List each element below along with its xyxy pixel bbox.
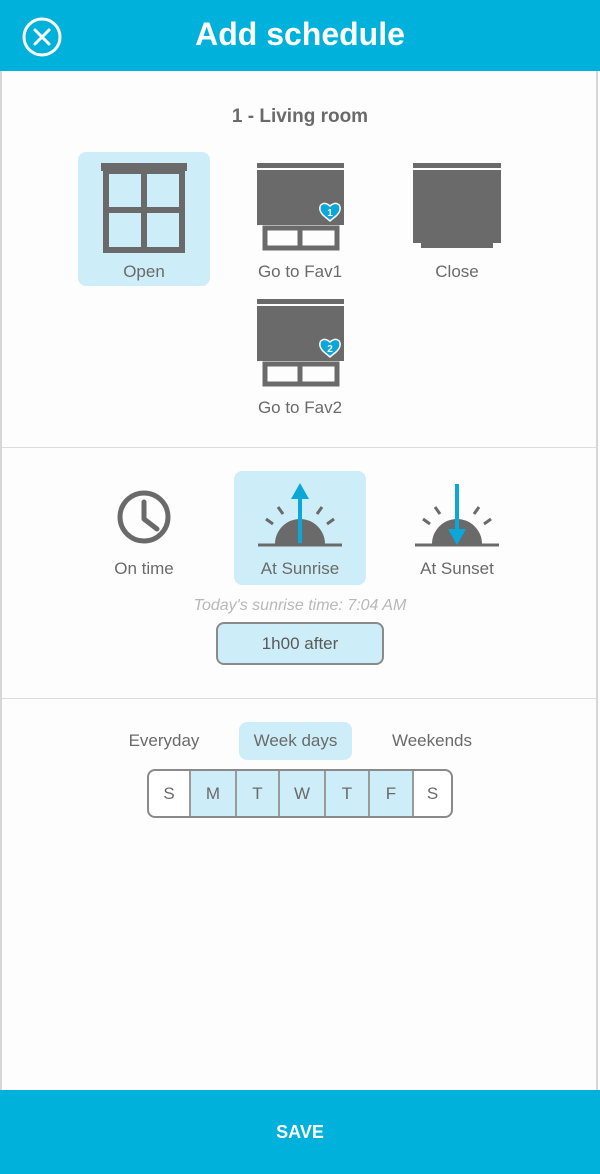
day-thursday[interactable]: T [326,771,370,816]
trigger-sunrise-tile[interactable]: At Sunrise [234,471,366,585]
action-fav1-tile[interactable]: 1 Go to Fav1 [234,152,366,286]
section-divider [2,447,598,448]
trigger-on-time-label: On time [114,559,174,578]
action-close-tile[interactable]: Close [391,152,523,286]
save-label: SAVE [276,1122,324,1142]
fav1-badge-text: 1 [327,208,333,219]
favorite-1-icon: 1 [257,163,344,251]
sunset-icon [415,484,499,547]
trigger-on-time-tile[interactable]: On time [78,471,210,585]
time-offset-button[interactable]: 1h00 after [216,622,384,665]
fav2-badge-text: 2 [327,344,333,355]
trigger-sunset-label: At Sunset [420,559,494,578]
section-divider [2,698,598,699]
trigger-sunrise-label: At Sunrise [260,559,340,578]
frequency-weekends[interactable]: Weekends [380,722,484,760]
page-title: Add schedule [195,16,405,52]
header-bar: Add schedule [0,0,600,71]
room-title: 1 - Living room [231,106,369,127]
trigger-sunset-tile[interactable]: At Sunset [391,471,523,585]
day-wednesday[interactable]: W [280,771,326,816]
action-open-label: Open [123,262,165,281]
clock-icon [117,490,171,544]
day-friday[interactable]: F [370,771,414,816]
day-tuesday[interactable]: T [237,771,280,816]
window-closed-icon [413,163,501,248]
action-close-label: Close [435,262,479,281]
day-monday[interactable]: M [191,771,237,816]
action-fav2-tile[interactable]: 2 Go to Fav2 [234,288,366,422]
frequency-week-days[interactable]: Week days [239,722,352,760]
day-saturday[interactable]: S [414,771,451,816]
window-open-icon [101,163,187,253]
action-fav1-label: Go to Fav1 [257,262,343,281]
sunrise-time-note: Today's sunrise time: 7:04 AM [193,597,407,614]
day-sunday[interactable]: S [149,771,191,816]
action-fav2-label: Go to Fav2 [257,398,343,417]
favorite-2-icon: 2 [257,299,344,387]
frequency-everyday[interactable]: Everyday [114,722,214,760]
action-open-tile[interactable]: Open [78,152,210,286]
sunrise-icon [258,483,342,547]
save-button[interactable]: SAVE [0,1090,600,1174]
day-selector: S M T W T F S [147,769,453,818]
